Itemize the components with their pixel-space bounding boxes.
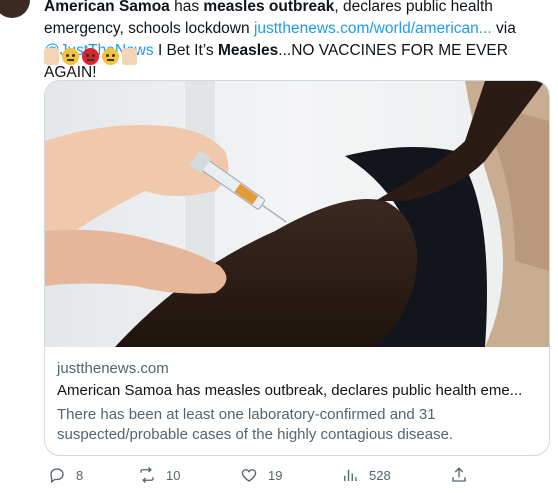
- card-image: [45, 81, 549, 347]
- tweet-text-bold: Measles: [217, 42, 279, 59]
- link-preview-card[interactable]: justthenews.com American Samoa has measl…: [44, 80, 550, 456]
- repost-button[interactable]: 10: [138, 466, 180, 484]
- views-button[interactable]: 528: [341, 466, 391, 484]
- reply-count: 8: [76, 467, 84, 483]
- raised-eyebrow-emoji-icon: [102, 48, 119, 65]
- views-count: 528: [369, 467, 391, 483]
- angry-face-emoji-icon: [82, 48, 99, 65]
- repost-icon: [140, 467, 154, 483]
- share-button[interactable]: [450, 466, 468, 484]
- tweet-text-bold: American Samoa: [44, 0, 170, 15]
- heart-icon: [241, 469, 257, 482]
- tweet-text-segment: I Bet It’s: [153, 42, 218, 59]
- bar-chart-icon: [344, 469, 357, 481]
- thumbs-down-emoji-icon: [44, 48, 59, 65]
- raised-eyebrow-emoji-icon: [62, 48, 79, 65]
- tweet-link[interactable]: justthenews.com/world/american...: [254, 20, 492, 37]
- emoji-row: [44, 48, 137, 68]
- card-description: There has been at least one laboratory-c…: [57, 406, 454, 443]
- tweet-text-segment: via: [491, 20, 516, 37]
- avatar[interactable]: [0, 0, 30, 18]
- like-button[interactable]: 19: [240, 466, 282, 484]
- card-meta: justthenews.com American Samoa has measl…: [57, 359, 541, 445]
- like-count: 19: [268, 467, 283, 483]
- tweet-text: American Samoa has measles outbreak, dec…: [44, 0, 549, 84]
- tweet-text-bold: measles outbreak: [203, 0, 335, 15]
- tweet-actions: 8 10 19 528: [44, 466, 548, 488]
- tweet-text-segment: has: [169, 0, 204, 15]
- reply-button[interactable]: 8: [48, 466, 83, 484]
- share-icon: [452, 467, 466, 482]
- card-title[interactable]: American Samoa has measles outbreak, dec…: [57, 381, 541, 401]
- repost-count: 10: [166, 467, 181, 483]
- card-domain: justthenews.com: [57, 360, 169, 377]
- thumbs-down-emoji-icon: [122, 48, 137, 65]
- reply-icon: [50, 468, 64, 484]
